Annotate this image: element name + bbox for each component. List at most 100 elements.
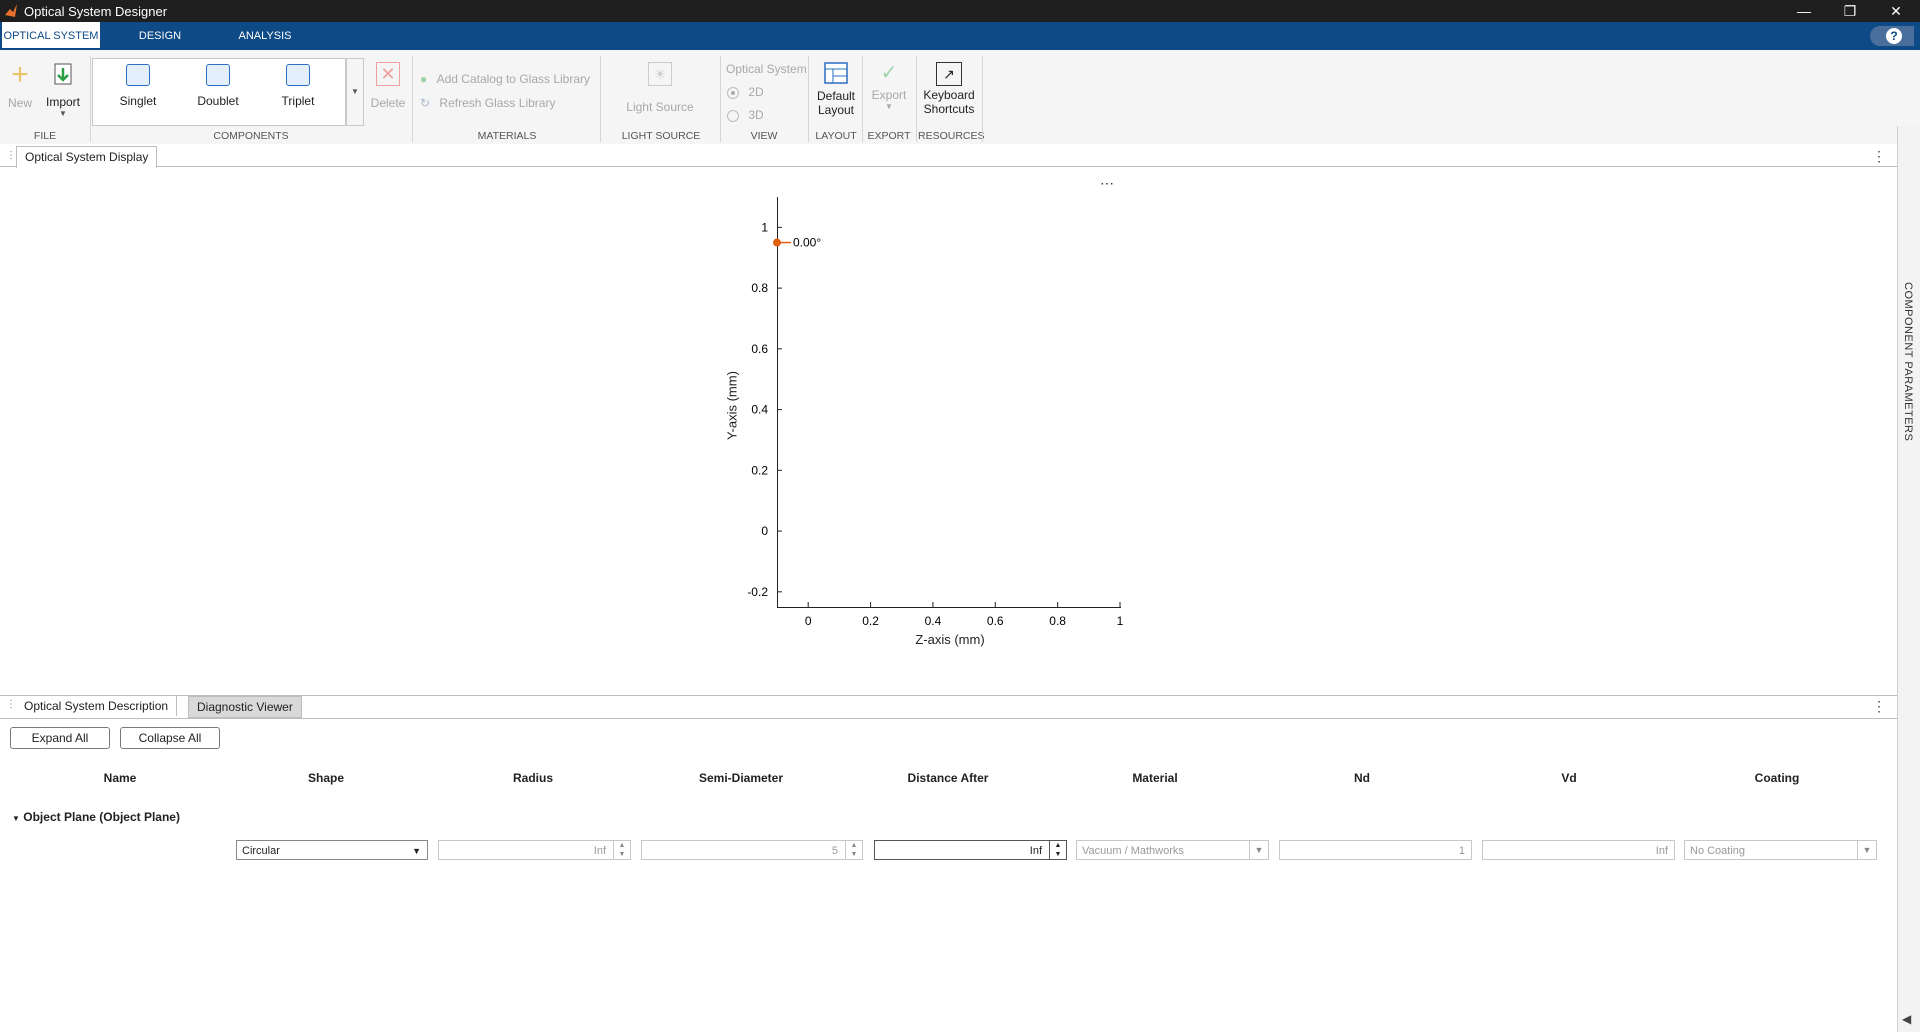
add-catalog-button[interactable]: ● Add Catalog to Glass Library — [420, 72, 590, 86]
divider — [90, 56, 91, 142]
drag-handle-icon[interactable]: ⋮ — [6, 699, 16, 710]
section-view: VIEW — [750, 130, 778, 142]
drag-handle-icon[interactable]: ⋮ — [6, 150, 16, 161]
y-tick-label: 0.8 — [751, 281, 768, 295]
radio-2d[interactable]: 2D — [727, 85, 764, 99]
spinner-icon[interactable]: ▲ ▼ — [1049, 841, 1066, 859]
window-title: Optical System Designer — [24, 4, 168, 19]
x-tick-label: 0.4 — [925, 614, 942, 628]
x-axis-label: Z-axis (mm) — [915, 632, 985, 647]
keyboard-shortcuts-button[interactable]: ↗ Keyboard Shortcuts — [920, 62, 978, 116]
y-tick-label: 0.4 — [751, 403, 768, 417]
y-tick-label: 1 — [761, 220, 768, 234]
triplet-button[interactable]: Triplet — [272, 64, 324, 108]
help-button[interactable]: ? — [1870, 26, 1914, 46]
matlab-logo-icon — [5, 4, 17, 17]
chevron-down-icon: ▼ — [59, 109, 67, 118]
default-layout-button[interactable]: Default Layout — [812, 62, 860, 117]
plot-canvas: 0 0.2 0.4 0.6 0.8 1 1 0.8 0.6 0.4 0.2 0 -0.2 0.00° — [747, 220, 1124, 628]
doublet-button[interactable]: Doublet — [190, 64, 246, 108]
radius-stepper[interactable]: Inf ▲ ▼ — [438, 840, 631, 860]
divider — [808, 56, 809, 142]
field-angle-label: 0.00° — [793, 236, 821, 250]
x-tick-label: 0.8 — [1049, 614, 1066, 628]
x-tick-label: 0.6 — [987, 614, 1004, 628]
column-header-nd: Nd — [1354, 771, 1370, 785]
y-tick-label: -0.2 — [747, 585, 768, 599]
help-icon: ? — [1886, 28, 1902, 44]
tab-optical-system-description[interactable]: Optical System Description — [16, 696, 178, 716]
radio-selected-icon — [727, 86, 739, 99]
tab-analysis[interactable]: ANALYSIS — [224, 22, 306, 50]
light-source-icon: ☀ — [648, 62, 672, 86]
add-catalog-icon: ● — [420, 72, 428, 86]
spinner-icon[interactable]: ▲ ▼ — [845, 841, 862, 859]
nd-field[interactable]: 1 — [1279, 840, 1472, 860]
doublet-lens-icon — [206, 64, 230, 86]
chevron-down-icon: ▼ — [412, 846, 421, 856]
divider — [916, 56, 917, 142]
tab-diagnostic-viewer[interactable]: Diagnostic Viewer — [188, 696, 302, 718]
spinner-icon[interactable]: ▲ ▼ — [613, 841, 630, 859]
chevron-down-icon: ▼ — [1249, 841, 1268, 859]
view-header: Optical System — [726, 62, 807, 76]
caret-down-icon: ▼ — [12, 814, 20, 823]
restore-icon[interactable]: ❐ — [1827, 0, 1873, 22]
delete-button[interactable]: ✕ Delete — [368, 62, 408, 110]
chevron-down-icon: ▼ — [885, 102, 893, 111]
distance-after-stepper[interactable]: Inf ▲ ▼ — [874, 840, 1067, 860]
close-icon[interactable]: ✕ — [1873, 0, 1919, 22]
tab-optical-system[interactable]: OPTICAL SYSTEM — [2, 22, 100, 50]
ribbon-tab-strip: OPTICAL SYSTEM DESIGN ANALYSIS — [0, 22, 1920, 50]
tab-optical-system-display[interactable]: Optical System Display — [16, 146, 158, 169]
singlet-lens-icon — [126, 64, 150, 86]
tab-design[interactable]: DESIGN — [120, 22, 200, 50]
divider — [720, 56, 721, 142]
export-button[interactable]: ✓ Export ▼ — [868, 62, 910, 111]
coating-dropdown[interactable]: No Coating ▼ — [1684, 840, 1877, 860]
plus-icon: + — [11, 58, 29, 91]
expand-all-button[interactable]: Expand All — [10, 727, 110, 749]
column-header-material: Material — [1132, 771, 1178, 785]
refresh-icon: ↻ — [420, 96, 431, 110]
more-options-icon[interactable]: ⋮ — [1872, 698, 1886, 715]
new-button[interactable]: + New — [4, 58, 36, 111]
divider — [600, 56, 601, 142]
checkmark-icon: ✓ — [880, 62, 898, 84]
semi-diameter-stepper[interactable]: 5 ▲ ▼ — [641, 840, 863, 860]
y-tick-label: 0.2 — [751, 463, 768, 477]
title-bar: Optical System Designer — ❐ ✕ — [0, 0, 1920, 22]
singlet-button[interactable]: Singlet — [112, 64, 164, 108]
x-tick-label: 0.2 — [862, 614, 879, 628]
import-button[interactable]: Import ▼ — [40, 60, 86, 118]
component-parameters-panel[interactable]: COMPONENT PARAMETERS — [1897, 126, 1920, 1032]
y-axis-label: Y-axis (mm) — [724, 371, 740, 440]
vd-field[interactable]: Inf — [1482, 840, 1675, 860]
delete-icon: ✕ — [376, 62, 400, 86]
x-tick-label: 1 — [1117, 614, 1124, 628]
section-components: COMPONENTS — [213, 130, 289, 142]
radio-3d[interactable]: 3D — [727, 108, 764, 122]
light-source-button[interactable]: ☀ Light Source — [618, 62, 702, 114]
field-point-marker[interactable] — [773, 238, 781, 247]
chevron-down-icon: ▼ — [1857, 841, 1876, 859]
divider — [982, 56, 983, 142]
more-options-icon[interactable]: ⋮ — [1872, 148, 1886, 165]
divider — [862, 56, 863, 142]
minimize-icon[interactable]: — — [1781, 0, 1827, 22]
object-plane-group[interactable]: ▼ Object Plane (Object Plane) — [12, 810, 180, 824]
collapse-all-button[interactable]: Collapse All — [120, 727, 220, 749]
column-header-coating: Coating — [1754, 771, 1800, 785]
y-tick-label: 0.6 — [751, 342, 768, 356]
shortcut-arrow-icon: ↗ — [936, 62, 962, 86]
material-dropdown[interactable]: Vacuum / Mathworks ▼ — [1076, 840, 1269, 860]
expand-panel-icon[interactable]: ◀ — [1902, 1012, 1911, 1026]
gallery-expand-button[interactable]: ▼ — [346, 58, 364, 126]
section-resources: RESOURCES — [918, 130, 985, 142]
refresh-glass-button[interactable]: ↻ Refresh Glass Library — [420, 96, 555, 110]
column-header-radius: Radius — [512, 771, 553, 785]
shape-dropdown[interactable]: Circular ▼ — [236, 840, 428, 860]
import-icon — [54, 63, 72, 85]
column-header-name: Name — [103, 771, 137, 785]
column-header-shape: Shape — [307, 771, 344, 785]
